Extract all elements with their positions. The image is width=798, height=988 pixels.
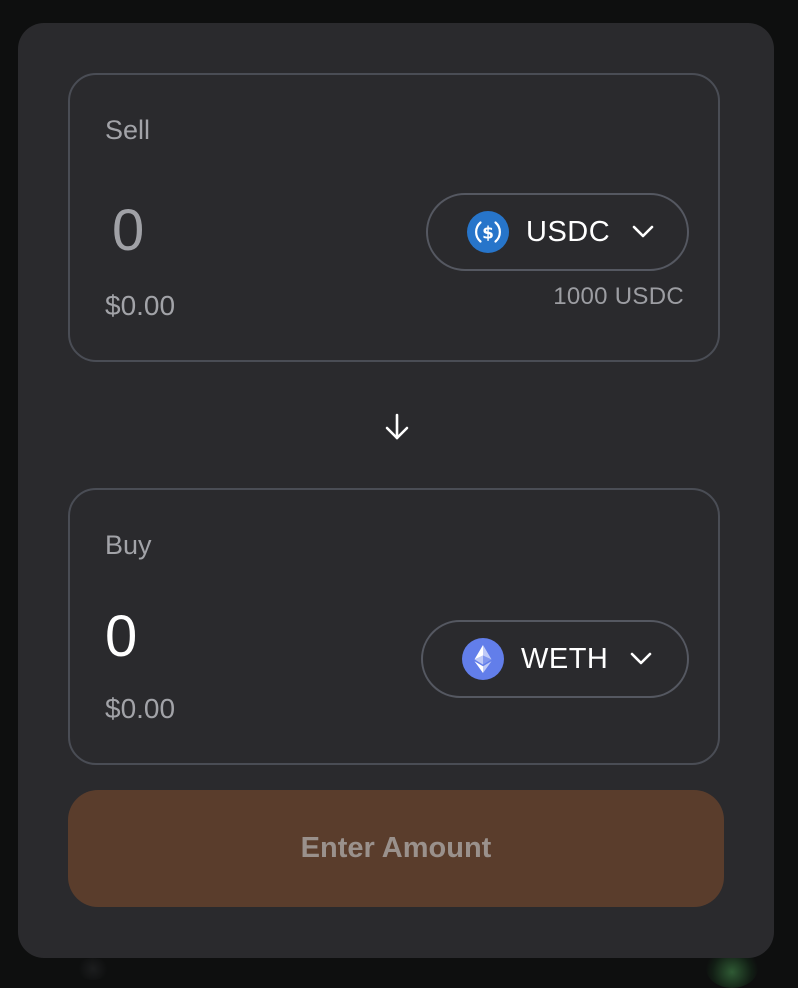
svg-text:$: $ xyxy=(482,224,494,244)
buy-panel: Buy $0.00 WETH xyxy=(68,488,720,765)
buy-label: Buy xyxy=(105,530,152,561)
buy-token-selector[interactable]: WETH xyxy=(421,620,689,698)
sell-panel: Sell $0.00 $ USDC 1000 USDC xyxy=(68,73,720,362)
swap-card: Sell $0.00 $ USDC 1000 USDC Buy $0.00 xyxy=(18,23,774,958)
enter-amount-button[interactable]: Enter Amount xyxy=(68,790,724,907)
chevron-down-icon xyxy=(632,225,654,239)
arrow-down-icon[interactable] xyxy=(382,412,412,442)
buy-token-symbol: WETH xyxy=(521,643,608,676)
sell-usd-value: $0.00 xyxy=(105,290,175,322)
usdc-icon: $ xyxy=(467,211,509,253)
sell-token-symbol: USDC xyxy=(526,216,610,249)
sell-token-selector[interactable]: $ USDC xyxy=(426,193,689,271)
buy-usd-value: $0.00 xyxy=(105,693,175,725)
sell-label: Sell xyxy=(105,115,150,146)
buy-amount-input[interactable] xyxy=(105,603,365,670)
weth-icon xyxy=(462,638,504,680)
chevron-down-icon xyxy=(630,652,652,666)
sell-token-balance: 1000 USDC xyxy=(553,283,684,311)
sell-amount-input[interactable] xyxy=(112,197,372,264)
backdrop-shadow xyxy=(76,958,110,980)
